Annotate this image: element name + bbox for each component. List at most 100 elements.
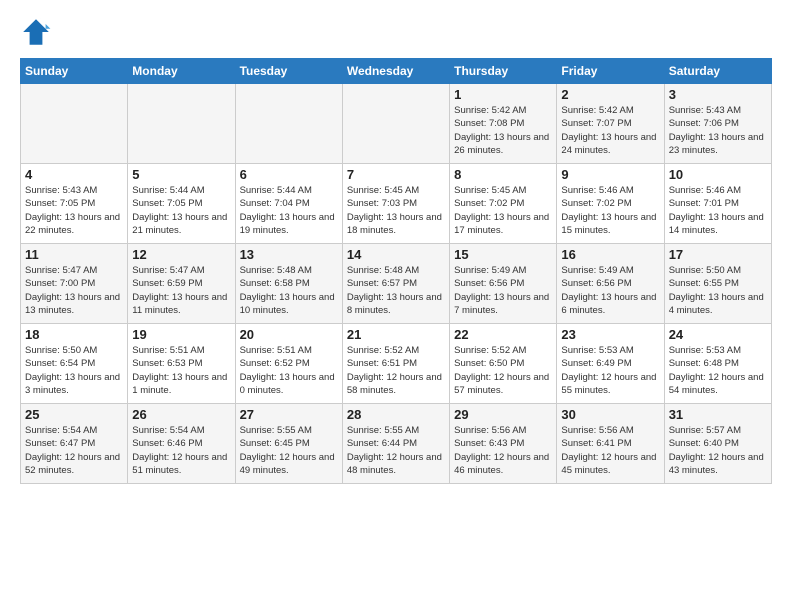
calendar-cell (21, 84, 128, 164)
calendar-cell (235, 84, 342, 164)
day-info: Sunrise: 5:49 AM Sunset: 6:56 PM Dayligh… (561, 264, 659, 317)
calendar-week-3: 11 Sunrise: 5:47 AM Sunset: 7:00 PM Dayli… (21, 244, 772, 324)
day-number: 16 (561, 247, 659, 262)
day-info: Sunrise: 5:54 AM Sunset: 6:46 PM Dayligh… (132, 424, 230, 477)
calendar-cell: 1 Sunrise: 5:42 AM Sunset: 7:08 PM Daylig… (450, 84, 557, 164)
calendar-cell: 21 Sunrise: 5:52 AM Sunset: 6:51 PM Dayli… (342, 324, 449, 404)
day-number: 9 (561, 167, 659, 182)
day-number: 13 (240, 247, 338, 262)
calendar-cell: 10Sunrise: 5:46 AM Sunset: 7:01 PM Dayli… (664, 164, 771, 244)
day-info: Sunrise: 5:50 AM Sunset: 6:55 PM Dayligh… (669, 264, 767, 317)
day-info: Sunrise: 5:54 AM Sunset: 6:47 PM Dayligh… (25, 424, 123, 477)
calendar-cell: 16 Sunrise: 5:49 AM Sunset: 6:56 PM Dayli… (557, 244, 664, 324)
day-number: 10 (669, 167, 767, 182)
calendar-cell: 17 Sunrise: 5:50 AM Sunset: 6:55 PM Dayli… (664, 244, 771, 324)
weekday-header-row: SundayMondayTuesdayWednesdayThursdayFrid… (21, 59, 772, 84)
day-number: 26 (132, 407, 230, 422)
day-info: Sunrise: 5:56 AM Sunset: 6:41 PM Dayligh… (561, 424, 659, 477)
day-number: 11 (25, 247, 123, 262)
day-info: Sunrise: 5:56 AM Sunset: 6:43 PM Dayligh… (454, 424, 552, 477)
day-number: 15 (454, 247, 552, 262)
day-info: Sunrise: 5:50 AM Sunset: 6:54 PM Dayligh… (25, 344, 123, 397)
day-info: Sunrise: 5:55 AM Sunset: 6:44 PM Dayligh… (347, 424, 445, 477)
day-number: 18 (25, 327, 123, 342)
calendar-cell: 2Sunrise: 5:42 AM Sunset: 7:07 PM Daylig… (557, 84, 664, 164)
calendar-cell: 6Sunrise: 5:44 AM Sunset: 7:04 PM Daylig… (235, 164, 342, 244)
calendar-cell: 28 Sunrise: 5:55 AM Sunset: 6:44 PM Dayli… (342, 404, 449, 484)
calendar-cell: 26 Sunrise: 5:54 AM Sunset: 6:46 PM Dayli… (128, 404, 235, 484)
calendar-cell: 31Sunrise: 5:57 AM Sunset: 6:40 PM Dayli… (664, 404, 771, 484)
day-info: Sunrise: 5:47 AM Sunset: 7:00 PM Dayligh… (25, 264, 123, 317)
day-number: 7 (347, 167, 445, 182)
weekday-header-sunday: Sunday (21, 59, 128, 84)
day-number: 20 (240, 327, 338, 342)
day-number: 21 (347, 327, 445, 342)
header (20, 16, 772, 48)
calendar-cell: 30 Sunrise: 5:56 AM Sunset: 6:41 PM Dayli… (557, 404, 664, 484)
weekday-header-monday: Monday (128, 59, 235, 84)
calendar-cell: 12 Sunrise: 5:47 AM Sunset: 6:59 PM Dayli… (128, 244, 235, 324)
calendar-week-4: 18 Sunrise: 5:50 AM Sunset: 6:54 PM Dayli… (21, 324, 772, 404)
calendar-week-5: 25 Sunrise: 5:54 AM Sunset: 6:47 PM Dayli… (21, 404, 772, 484)
calendar-cell: 23Sunrise: 5:53 AM Sunset: 6:49 PM Dayli… (557, 324, 664, 404)
day-info: Sunrise: 5:44 AM Sunset: 7:05 PM Dayligh… (132, 184, 230, 237)
day-info: Sunrise: 5:52 AM Sunset: 6:51 PM Dayligh… (347, 344, 445, 397)
day-info: Sunrise: 5:43 AM Sunset: 7:05 PM Dayligh… (25, 184, 123, 237)
day-info: Sunrise: 5:45 AM Sunset: 7:02 PM Dayligh… (454, 184, 552, 237)
day-number: 31 (669, 407, 767, 422)
day-number: 17 (669, 247, 767, 262)
day-info: Sunrise: 5:48 AM Sunset: 6:58 PM Dayligh… (240, 264, 338, 317)
day-number: 30 (561, 407, 659, 422)
calendar-cell: 5Sunrise: 5:44 AM Sunset: 7:05 PM Daylig… (128, 164, 235, 244)
day-info: Sunrise: 5:52 AM Sunset: 6:50 PM Dayligh… (454, 344, 552, 397)
weekday-header-saturday: Saturday (664, 59, 771, 84)
day-number: 4 (25, 167, 123, 182)
page: SundayMondayTuesdayWednesdayThursdayFrid… (0, 0, 792, 494)
calendar-cell: 25 Sunrise: 5:54 AM Sunset: 6:47 PM Dayli… (21, 404, 128, 484)
calendar-cell (128, 84, 235, 164)
calendar-header: SundayMondayTuesdayWednesdayThursdayFrid… (21, 59, 772, 84)
day-number: 8 (454, 167, 552, 182)
calendar-cell: 11 Sunrise: 5:47 AM Sunset: 7:00 PM Dayli… (21, 244, 128, 324)
calendar-cell: 19 Sunrise: 5:51 AM Sunset: 6:53 PM Dayli… (128, 324, 235, 404)
day-info: Sunrise: 5:55 AM Sunset: 6:45 PM Dayligh… (240, 424, 338, 477)
day-info: Sunrise: 5:46 AM Sunset: 7:02 PM Dayligh… (561, 184, 659, 237)
day-number: 1 (454, 87, 552, 102)
calendar-cell: 22 Sunrise: 5:52 AM Sunset: 6:50 PM Dayli… (450, 324, 557, 404)
day-info: Sunrise: 5:53 AM Sunset: 6:48 PM Dayligh… (669, 344, 767, 397)
day-number: 19 (132, 327, 230, 342)
calendar-cell: 15Sunrise: 5:49 AM Sunset: 6:56 PM Dayli… (450, 244, 557, 324)
calendar-cell: 4 Sunrise: 5:43 AM Sunset: 7:05 PM Daylig… (21, 164, 128, 244)
weekday-header-wednesday: Wednesday (342, 59, 449, 84)
day-number: 6 (240, 167, 338, 182)
logo (20, 16, 56, 48)
calendar-cell: 14 Sunrise: 5:48 AM Sunset: 6:57 PM Dayli… (342, 244, 449, 324)
day-number: 14 (347, 247, 445, 262)
calendar-week-1: 1 Sunrise: 5:42 AM Sunset: 7:08 PM Daylig… (21, 84, 772, 164)
day-info: Sunrise: 5:47 AM Sunset: 6:59 PM Dayligh… (132, 264, 230, 317)
day-info: Sunrise: 5:51 AM Sunset: 6:52 PM Dayligh… (240, 344, 338, 397)
calendar-table: SundayMondayTuesdayWednesdayThursdayFrid… (20, 58, 772, 484)
logo-icon (20, 16, 52, 48)
calendar-body: 1 Sunrise: 5:42 AM Sunset: 7:08 PM Daylig… (21, 84, 772, 484)
day-number: 12 (132, 247, 230, 262)
day-info: Sunrise: 5:51 AM Sunset: 6:53 PM Dayligh… (132, 344, 230, 397)
day-number: 3 (669, 87, 767, 102)
day-info: Sunrise: 5:43 AM Sunset: 7:06 PM Dayligh… (669, 104, 767, 157)
day-info: Sunrise: 5:45 AM Sunset: 7:03 PM Dayligh… (347, 184, 445, 237)
calendar-cell: 8 Sunrise: 5:45 AM Sunset: 7:02 PM Daylig… (450, 164, 557, 244)
day-number: 25 (25, 407, 123, 422)
weekday-header-friday: Friday (557, 59, 664, 84)
day-info: Sunrise: 5:53 AM Sunset: 6:49 PM Dayligh… (561, 344, 659, 397)
day-number: 22 (454, 327, 552, 342)
day-number: 28 (347, 407, 445, 422)
calendar-week-2: 4 Sunrise: 5:43 AM Sunset: 7:05 PM Daylig… (21, 164, 772, 244)
calendar-cell: 24Sunrise: 5:53 AM Sunset: 6:48 PM Dayli… (664, 324, 771, 404)
day-info: Sunrise: 5:42 AM Sunset: 7:07 PM Dayligh… (561, 104, 659, 157)
calendar-cell: 7 Sunrise: 5:45 AM Sunset: 7:03 PM Daylig… (342, 164, 449, 244)
day-info: Sunrise: 5:42 AM Sunset: 7:08 PM Dayligh… (454, 104, 552, 157)
day-info: Sunrise: 5:48 AM Sunset: 6:57 PM Dayligh… (347, 264, 445, 317)
day-number: 27 (240, 407, 338, 422)
calendar-cell: 18 Sunrise: 5:50 AM Sunset: 6:54 PM Dayli… (21, 324, 128, 404)
calendar-cell: 29Sunrise: 5:56 AM Sunset: 6:43 PM Dayli… (450, 404, 557, 484)
